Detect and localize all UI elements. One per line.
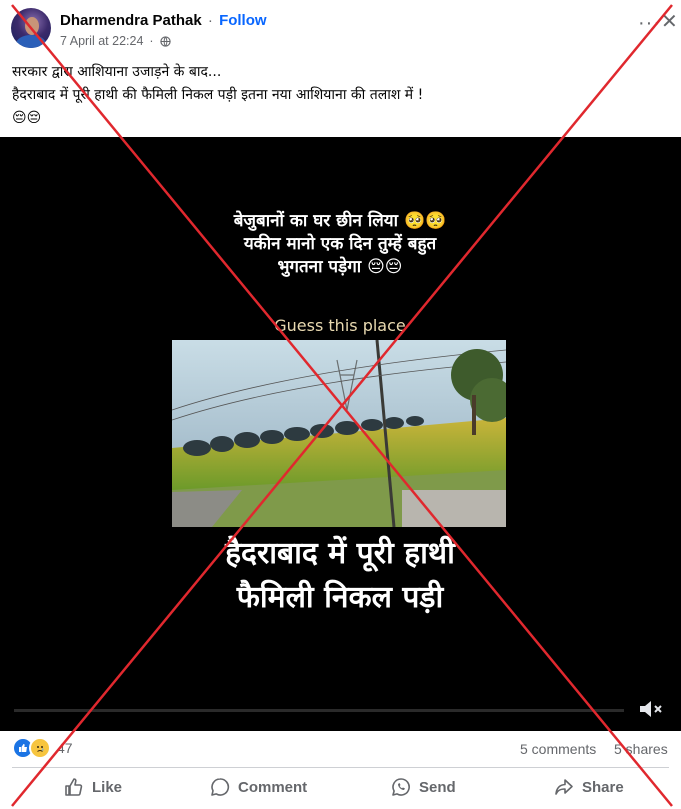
comment-label: Comment: [238, 778, 308, 796]
video-progress-bar[interactable]: [14, 709, 624, 712]
post-text-line: सरकार द्वारा आशियाना उजाड़ने के बाद...: [12, 64, 222, 80]
author-line: Dharmendra Pathak · Follow: [60, 12, 267, 29]
share-label: Share: [582, 778, 624, 796]
video-caption-big: हैदराबाद में पूरी हाथी फैमिली निकल पड़ी: [100, 532, 580, 620]
comment-button[interactable]: Comment: [210, 770, 307, 804]
shares-count-link[interactable]: 5 shares: [614, 741, 668, 757]
caption-line: हैदराबाद में पूरी हाथी: [225, 536, 455, 571]
share-button[interactable]: Share: [554, 770, 624, 804]
globe-icon: [159, 35, 171, 47]
like-label: Like: [92, 778, 123, 796]
ellipsis-icon[interactable]: ···: [638, 13, 661, 33]
thumbs-up-icon: [65, 778, 83, 796]
send-label: Send: [419, 778, 456, 796]
separator: ·: [207, 12, 213, 29]
post-text: सरकार द्वारा आशियाना उजाड़ने के बाद... ह…: [12, 61, 672, 130]
post-actions: Like Comment Send Share: [0, 770, 681, 806]
post-header: Dharmendra Pathak · Follow 7 April at 22…: [0, 0, 681, 60]
overlay-line: भुगतना पड़ेगा 😔😔: [277, 257, 403, 277]
reaction-count: 47: [57, 740, 73, 756]
post-text-line: हैदराबाद में पूरी हाथी की फैमिली निकल पड…: [12, 87, 424, 103]
video-overlay-text: बेजुबानों का घर छीन लिया 🥺🥺 यकीन मानो एक…: [140, 210, 540, 279]
timestamp[interactable]: 7 April at 22:24: [60, 34, 143, 48]
like-button[interactable]: Like: [64, 770, 122, 804]
volume-muted-icon[interactable]: [636, 697, 666, 721]
comment-icon: [211, 778, 230, 796]
sad-reaction-icon: [29, 737, 51, 759]
post-meta: 7 April at 22:24 ·: [60, 34, 171, 48]
caption-line: फैमिली निकल पड़ी: [236, 580, 444, 615]
video-player[interactable]: बेजुबानों का घर छीन लिया 🥺🥺 यकीन मानो एक…: [0, 137, 681, 731]
send-button[interactable]: Send: [391, 770, 456, 804]
share-arrow-icon: [555, 779, 573, 795]
avatar[interactable]: [11, 8, 51, 48]
whatsapp-icon: [392, 778, 410, 796]
divider: [12, 767, 669, 768]
reaction-summary[interactable]: 47: [12, 736, 73, 760]
author-name[interactable]: Dharmendra Pathak: [60, 12, 202, 29]
follow-button[interactable]: Follow: [219, 12, 267, 29]
overlay-line: बेजुबानों का घर छीन लिया 🥺🥺: [233, 211, 447, 231]
video-frame-elephants: [172, 340, 506, 527]
video-caption-guess: Guess this place: [274, 316, 406, 335]
overlay-line: यकीन मानो एक दिन तुम्हें बहुत: [243, 234, 437, 254]
comments-count-link[interactable]: 5 comments: [520, 741, 596, 757]
post-text-emoji: 😔😔: [12, 110, 42, 126]
close-icon[interactable]: ✕: [661, 12, 678, 32]
